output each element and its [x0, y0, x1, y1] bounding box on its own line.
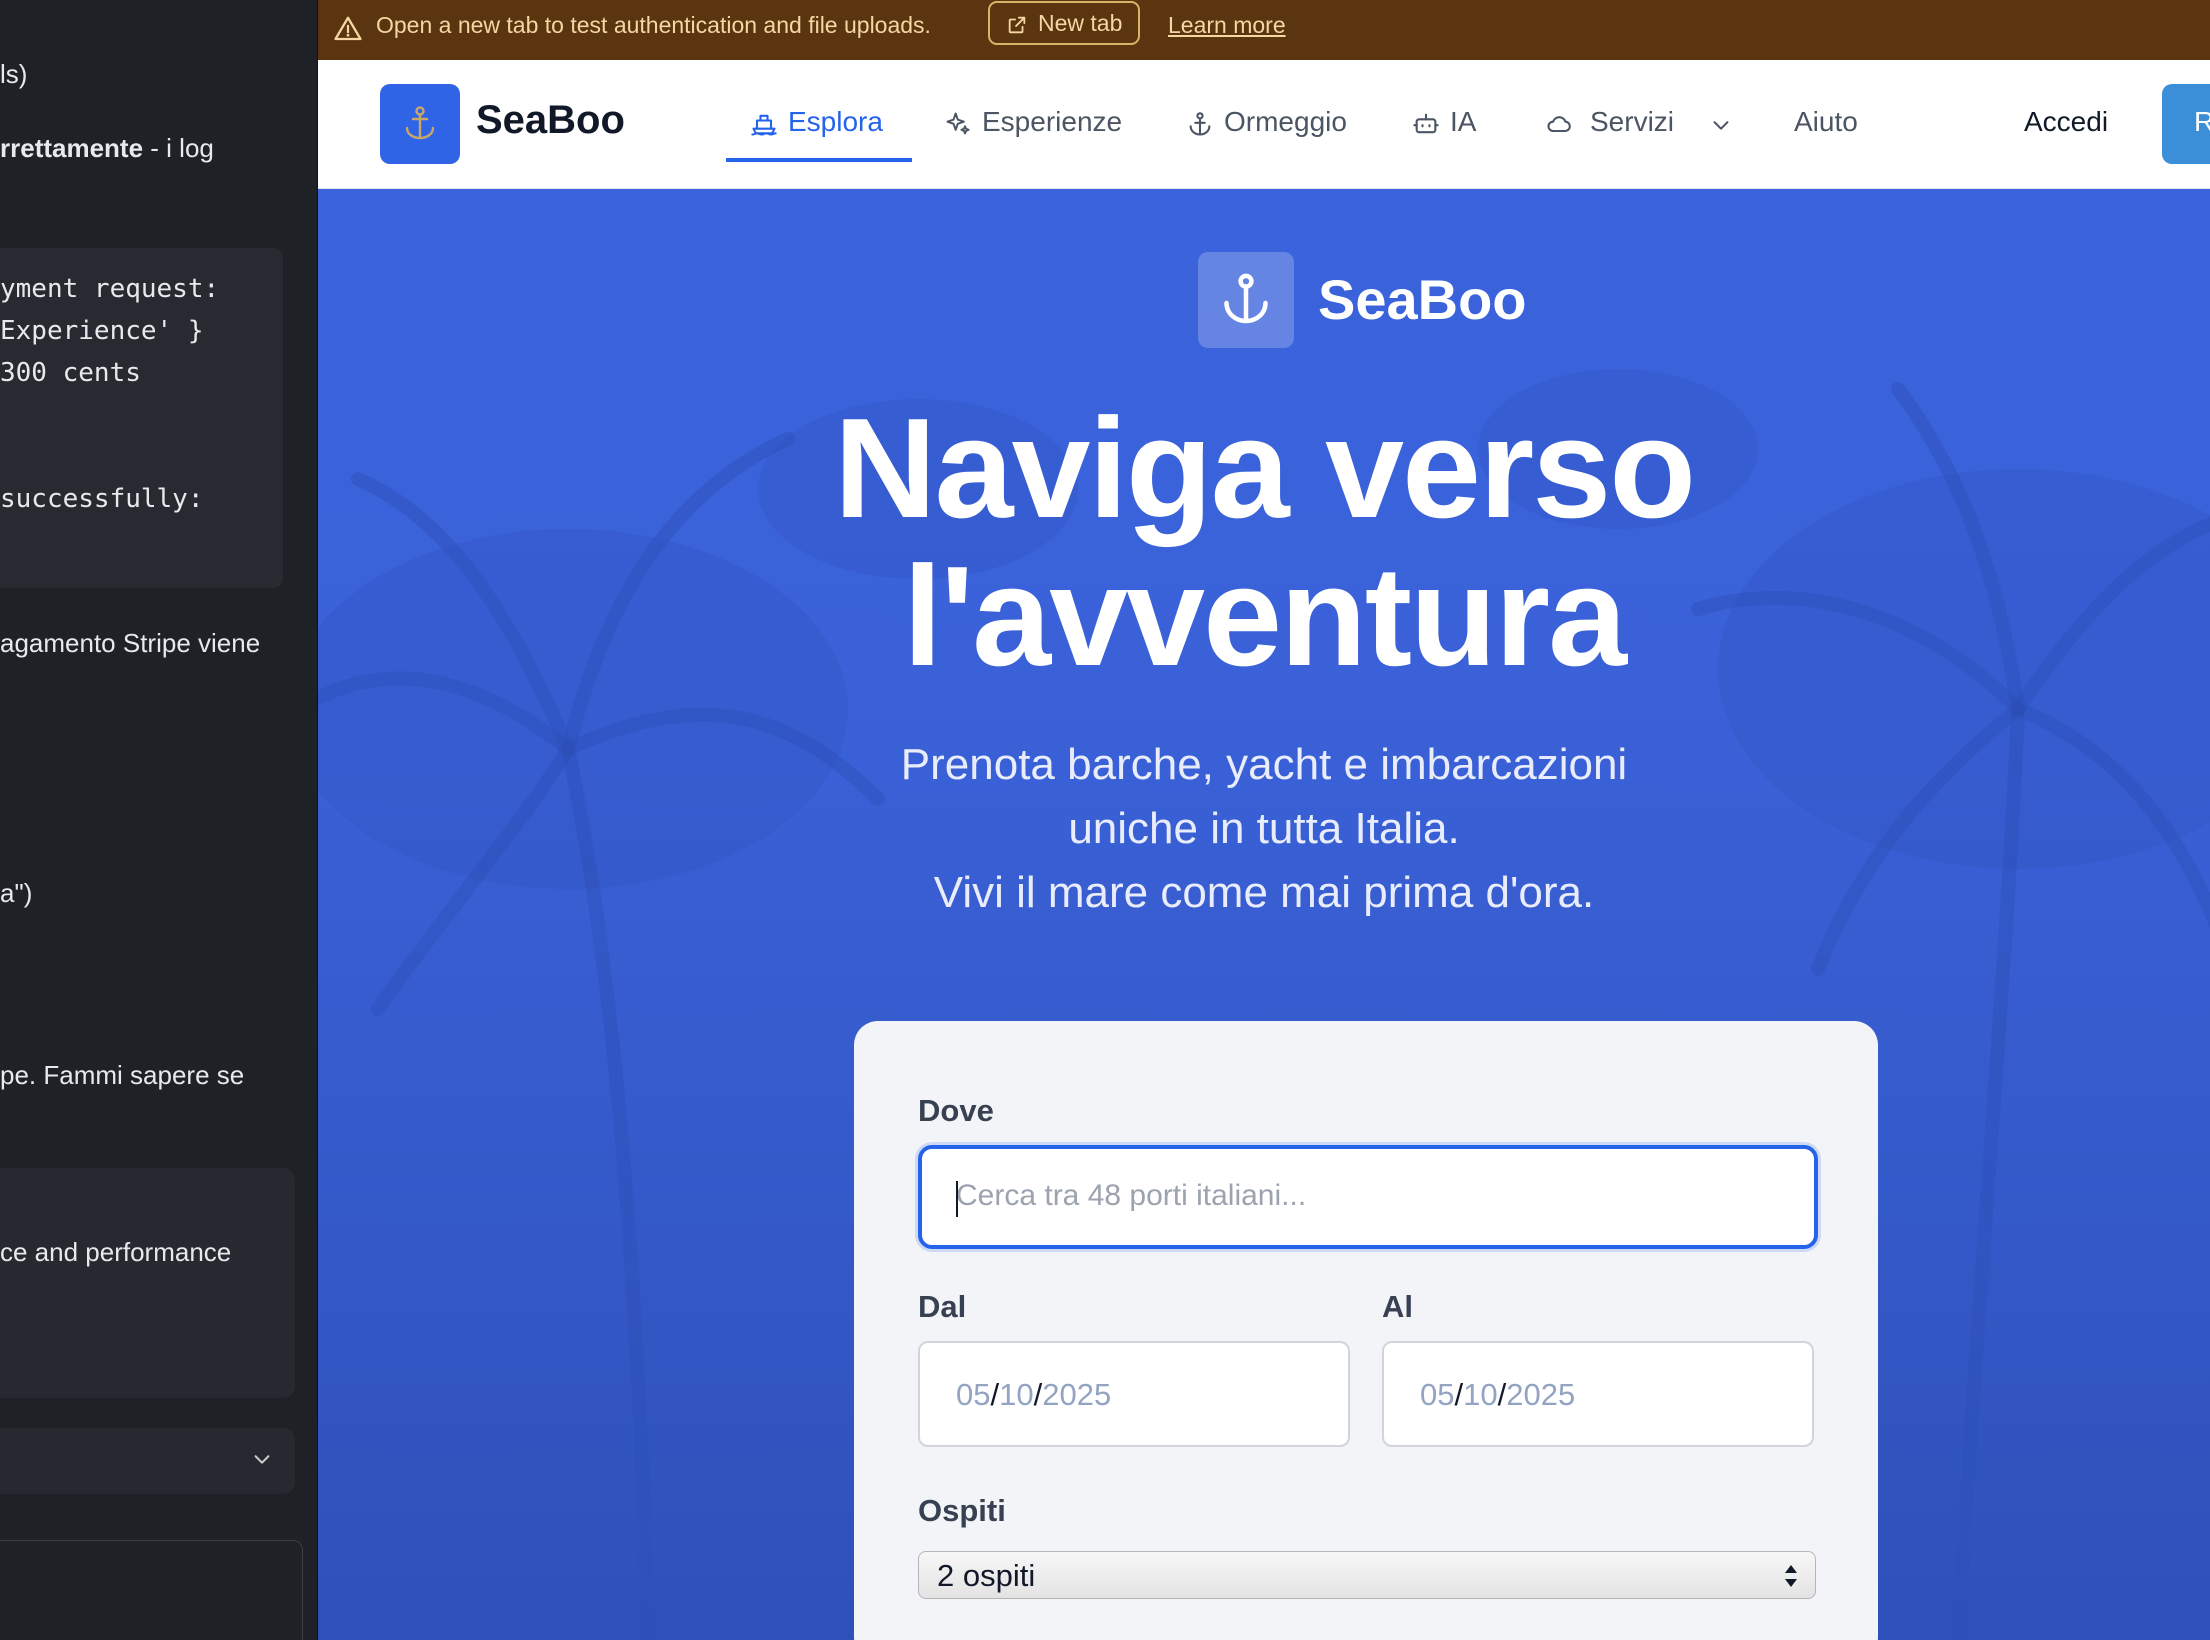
code-line: 300 cents: [0, 358, 141, 388]
nav-item-label: Esplora: [788, 106, 883, 137]
nav-item-label: Esperienze: [982, 106, 1123, 137]
nav-item-label: Servizi: [1590, 106, 1675, 137]
to-date-input[interactable]: 05/10/2025: [1382, 1341, 1814, 1447]
date-month[interactable]: 10: [1463, 1377, 1497, 1412]
learn-more-link[interactable]: Learn more: [1168, 10, 1286, 40]
where-search-input[interactable]: Cerca tra 48 porti italiani...: [918, 1145, 1818, 1249]
top-navbar: SeaBoo Esplora Esperienze Ormeggio IA Se…: [318, 60, 2210, 189]
sparkles-icon: [946, 112, 970, 135]
guests-label: Ospiti: [918, 1493, 1006, 1528]
chat-input[interactable]: [0, 1540, 303, 1640]
anchor-logo-icon: [405, 106, 435, 140]
chat-text-line: a"): [0, 878, 33, 908]
hero-subtitle-line2: uniche in tutta Italia.: [1068, 804, 1460, 853]
boat-icon: [751, 114, 777, 136]
guests-value: 2 ospiti: [937, 1558, 1036, 1593]
hero-section: SeaBoo Naviga verso l'avventura Prenota …: [318, 189, 2210, 1640]
nav-item-label: IA: [1450, 106, 1477, 137]
from-label: Dal: [918, 1289, 967, 1324]
new-tab-label: New tab: [1038, 10, 1123, 36]
login-button[interactable]: Accedi: [2024, 106, 2108, 138]
warning-icon: [334, 16, 362, 41]
nav-item-label: Aiuto: [1794, 106, 1858, 137]
chat-text-line: pe. Fammi sapere se: [0, 1060, 245, 1090]
search-card: Dove Cerca tra 48 porti italiani... Dal …: [854, 1021, 1878, 1640]
active-tab-indicator: [726, 158, 912, 162]
cloud-icon: [1547, 116, 1571, 133]
chat-text-line: agamento Stripe viene: [0, 628, 261, 658]
anchor-icon: [1189, 112, 1211, 136]
to-label: Al: [1382, 1289, 1413, 1324]
chevron-down-icon: [1713, 121, 1729, 130]
date-month[interactable]: 10: [999, 1377, 1033, 1412]
chat-text-normal: - i log: [143, 133, 214, 163]
select-arrows-icon: [1785, 1565, 1797, 1587]
date-day[interactable]: 05: [956, 1377, 990, 1412]
register-button[interactable]: R: [2162, 84, 2210, 164]
banner-message: Open a new tab to test authentication an…: [376, 12, 931, 38]
guests-select[interactable]: 2 ospiti: [918, 1551, 1816, 1599]
date-year[interactable]: 2025: [1042, 1377, 1111, 1412]
where-label: Dove: [918, 1093, 994, 1128]
brand-name[interactable]: SeaBoo: [476, 98, 625, 143]
robot-icon: [1413, 113, 1439, 134]
hero-title-line1: Naviga verso: [833, 389, 1696, 548]
register-label: R: [2194, 106, 2210, 137]
where-placeholder: Cerca tra 48 porti italiani...: [956, 1179, 1307, 1212]
new-tab-button[interactable]: New tab: [988, 1, 1140, 45]
chat-text-line: ls): [0, 59, 28, 89]
chat-panel: ls) rrettamente - i log yment request: E…: [0, 0, 317, 1640]
browser-preview: Open a new tab to test authentication an…: [318, 0, 2210, 1640]
chat-text-line: rrettamente - i log: [0, 132, 214, 164]
anchor-icon: [1224, 273, 1268, 324]
chat-card[interactable]: ce and performance: [0, 1168, 295, 1398]
code-line: Experience' }: [0, 316, 204, 346]
hero-subtitle-line1: Prenota barche, yacht e imbarcazioni: [900, 740, 1628, 789]
from-date-value: 05/10/2025: [956, 1377, 1112, 1412]
hero-brand: SeaBoo: [1318, 268, 1527, 331]
text-caret: [956, 1181, 958, 1217]
code-line: successfully:: [0, 484, 204, 514]
to-date-value: 05/10/2025: [1420, 1377, 1576, 1412]
from-date-input[interactable]: 05/10/2025: [918, 1341, 1350, 1447]
hero-subtitle-line3: Vivi il mare come mai prima d'ora.: [933, 868, 1595, 917]
dev-banner: Open a new tab to test authentication an…: [318, 0, 2210, 60]
chat-card-text: ce and performance: [0, 1237, 232, 1267]
date-year[interactable]: 2025: [1506, 1377, 1575, 1412]
nav-item-label: Ormeggio: [1224, 106, 1347, 137]
logo[interactable]: [380, 84, 460, 164]
date-day[interactable]: 05: [1420, 1377, 1454, 1412]
chevron-down-icon: [254, 1455, 270, 1464]
code-line: yment request:: [0, 274, 220, 304]
external-link-icon: [1008, 16, 1026, 34]
code-block: yment request: Experience' } 300 cents s…: [0, 248, 283, 588]
hero-logo: [1198, 252, 1294, 348]
chat-text-bold: rrettamente: [0, 133, 144, 163]
chat-dropdown[interactable]: [0, 1428, 295, 1494]
hero-title-line2: l'avventura: [902, 537, 1627, 696]
